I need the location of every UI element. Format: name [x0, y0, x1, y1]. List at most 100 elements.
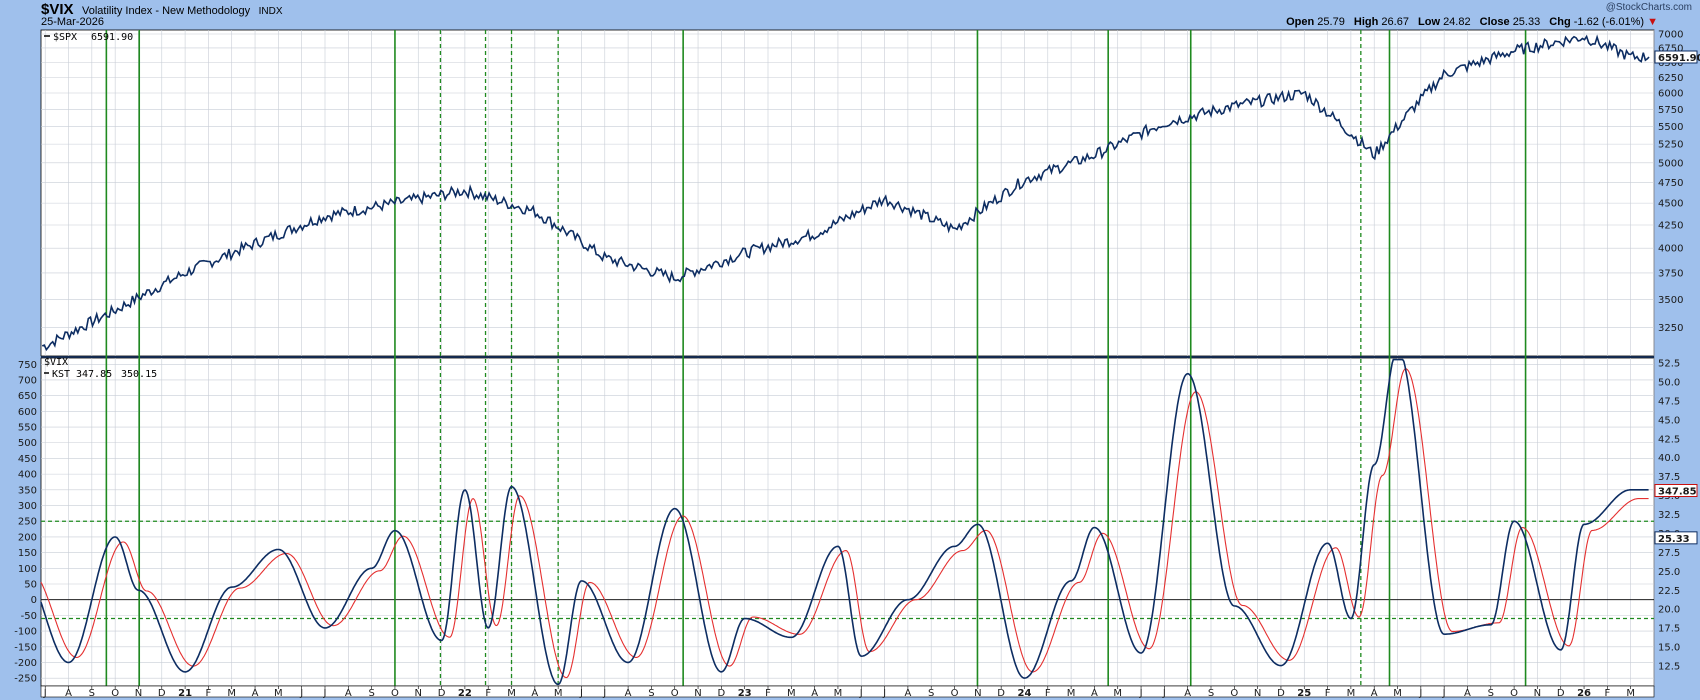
x-month-label: O — [391, 688, 399, 699]
x-month-label: D — [1557, 688, 1565, 699]
x-month-label: D — [997, 688, 1005, 699]
kst-tick-label: -100 — [14, 627, 37, 638]
kst-last-value-tag-text: 347.85 — [1658, 487, 1697, 498]
kst-tick-label: 650 — [18, 391, 37, 402]
x-month-label: M — [834, 688, 843, 699]
x-month-label: A — [1091, 688, 1098, 699]
vix-tick-label: 47.5 — [1658, 396, 1680, 407]
x-month-label: S — [368, 688, 374, 699]
x-month-label: F — [1325, 688, 1331, 699]
kst-tick-label: 150 — [18, 548, 37, 559]
kst-tick-label: -50 — [21, 611, 37, 622]
x-month-label: A — [345, 688, 352, 699]
vix-tick-label: 32.5 — [1658, 510, 1680, 521]
x-month-label: N — [1534, 688, 1541, 699]
x-month-label: J — [1162, 688, 1166, 699]
vix-tick-label: 22.5 — [1658, 586, 1680, 597]
x-month-label: M — [1067, 688, 1076, 699]
x-month-label: F — [206, 688, 212, 699]
x-month-label: D — [438, 688, 446, 699]
vix-tick-label: 40.0 — [1658, 453, 1680, 464]
x-month-label: A — [65, 688, 72, 699]
kst-tick-label: -150 — [14, 642, 37, 653]
vix-close-tag: 25.33 — [1654, 531, 1698, 545]
signal-legend-value: 350.15 — [121, 369, 157, 380]
kst-tick-label: 400 — [18, 470, 37, 481]
price-tick-label: 5750 — [1658, 105, 1683, 116]
x-month-label: S — [89, 688, 95, 699]
x-month-label: F — [1604, 688, 1610, 699]
kst-tick-label: 600 — [18, 407, 37, 418]
x-month-label: M — [227, 688, 236, 699]
x-month-label: O — [671, 688, 679, 699]
x-month-label: O — [111, 688, 119, 699]
price-panel — [40, 29, 1655, 357]
x-month-label: D — [1277, 688, 1285, 699]
x-month-label: A — [531, 688, 538, 699]
x-month-label: S — [1488, 688, 1494, 699]
x-month-label: J — [1418, 688, 1422, 699]
vix-tick-label: 20.0 — [1658, 605, 1680, 616]
x-month-label: S — [928, 688, 934, 699]
price-tick-label: 4000 — [1658, 244, 1683, 255]
x-year-label: 21 — [178, 688, 192, 699]
vix-tick-label: 50.0 — [1658, 377, 1680, 388]
x-month-label: M — [274, 688, 283, 699]
x-month-label: J — [859, 688, 863, 699]
vix-tick-label: 52.5 — [1658, 359, 1680, 370]
x-month-label: M — [1113, 688, 1122, 699]
kst-tick-label: 50 — [24, 579, 37, 590]
kst-tick-label: 350 — [18, 485, 37, 496]
kst-tick-label: 550 — [18, 423, 37, 434]
kst-tick-label: 200 — [18, 532, 37, 543]
kst-tick-label: 100 — [18, 564, 37, 575]
vix-tick-label: 15.0 — [1658, 643, 1680, 654]
x-year-label: 26 — [1577, 688, 1591, 699]
x-year-label: 23 — [738, 688, 752, 699]
x-month-label: O — [1510, 688, 1518, 699]
price-tick-label: 4750 — [1658, 178, 1683, 189]
x-month-label: F — [1045, 688, 1051, 699]
price-tick-label: 3500 — [1658, 295, 1683, 306]
x-month-label: J — [43, 688, 47, 699]
spx-last-value-tag-text: 6591.90 — [1658, 53, 1700, 64]
kst-tick-label: 500 — [18, 438, 37, 449]
x-month-label: N — [1254, 688, 1261, 699]
vix-close-tag-text: 25.33 — [1658, 534, 1690, 545]
x-month-label: J — [602, 688, 606, 699]
x-year-label: 25 — [1297, 688, 1311, 699]
x-month-label: M — [507, 688, 516, 699]
kst-tick-label: 300 — [18, 501, 37, 512]
price-tick-label: 4500 — [1658, 199, 1683, 210]
vix-tick-label: 27.5 — [1658, 548, 1680, 559]
price-tick-label: 3250 — [1658, 323, 1683, 334]
x-month-label: N — [415, 688, 422, 699]
x-month-label: M — [1626, 688, 1635, 699]
kst-tick-label: -200 — [14, 658, 37, 669]
x-month-label: A — [625, 688, 632, 699]
x-month-label: J — [882, 688, 886, 699]
x-year-label: 22 — [458, 688, 472, 699]
kst-tick-label: 250 — [18, 517, 37, 528]
spx-last-value-tag: 6591.90 — [1654, 50, 1700, 64]
x-month-label: F — [765, 688, 771, 699]
x-month-label: N — [135, 688, 142, 699]
spx-legend-value: 6591.90 — [91, 32, 133, 43]
kst-panel-label: $VIX — [44, 357, 68, 368]
kst-last-value-tag: 347.85 — [1654, 484, 1698, 498]
vix-tick-label: 17.5 — [1658, 624, 1680, 635]
x-month-label: M — [554, 688, 563, 699]
vix-tick-label: 25.0 — [1658, 567, 1680, 578]
x-month-label: A — [811, 688, 818, 699]
price-tick-label: 5500 — [1658, 122, 1683, 133]
x-month-label: A — [1371, 688, 1378, 699]
vix-tick-label: 45.0 — [1658, 415, 1680, 426]
x-month-label: O — [951, 688, 959, 699]
price-tick-label: 3750 — [1658, 268, 1683, 279]
x-month-label: S — [648, 688, 654, 699]
x-month-label: F — [485, 688, 491, 699]
spx-legend-name: $SPX — [53, 32, 77, 43]
kst-legend-name: KST — [52, 369, 70, 380]
x-axis-strip — [40, 685, 1655, 698]
x-month-label: D — [158, 688, 166, 699]
